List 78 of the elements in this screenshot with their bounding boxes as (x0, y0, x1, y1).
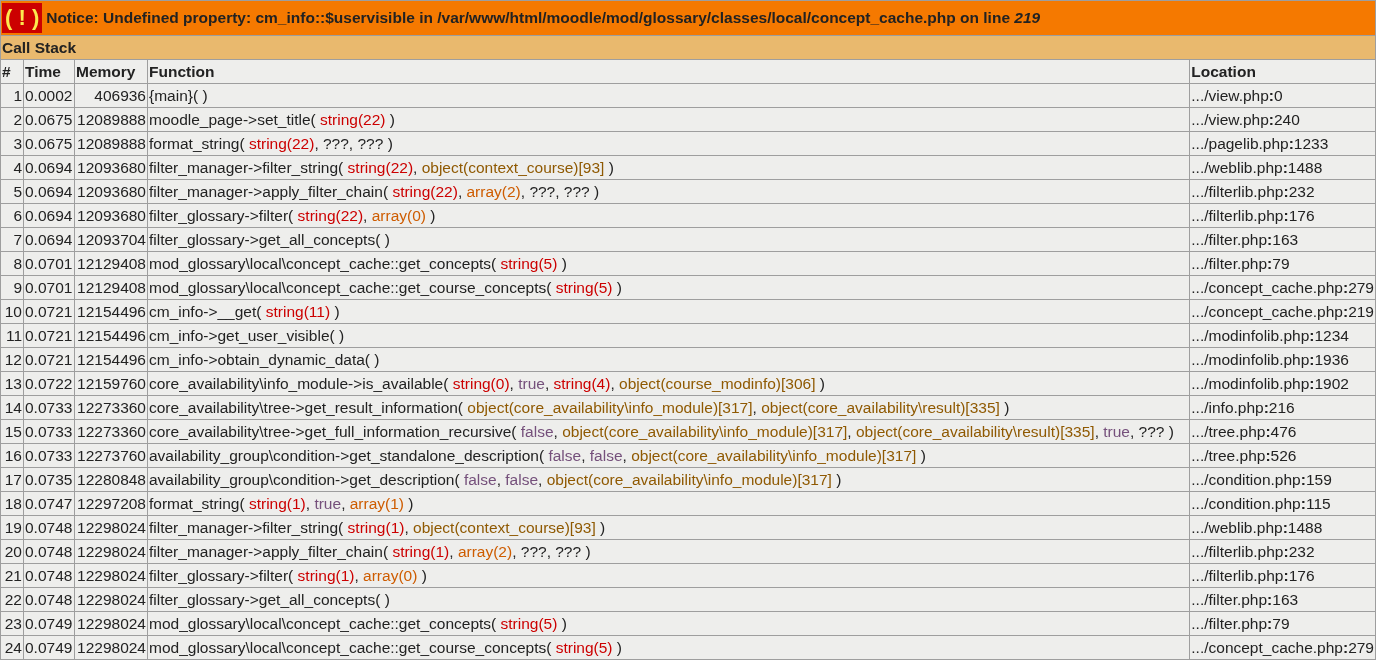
table-cell: 4 (0, 155, 24, 180)
table-cell: filter_glossary->filter( string(22), array(0) ) (147, 203, 1190, 228)
table-cell: 9 (0, 275, 24, 300)
table-cell: 18 (0, 491, 24, 516)
table-cell: .../filterlib.php:176 (1189, 563, 1376, 588)
table-cell: filter_manager->apply_filter_chain( string(22), array(2), ???, ??? ) (147, 179, 1190, 204)
table-cell: .../concept_cache.php:279 (1189, 635, 1376, 660)
table-cell: filter_glossary->get_all_concepts( ) (147, 587, 1190, 612)
table-cell: 15 (0, 419, 24, 444)
table-cell: core_availability\tree->get_result_information( object(core_availability\info_module)[317], object(core_availability\result)[335] ) (147, 395, 1190, 420)
table-cell: format_string( string(22), ???, ??? ) (147, 131, 1190, 156)
table-cell: core_availability\info_module->is_available( string(0), true, string(4), object(course_modinfo)[306] ) (147, 371, 1190, 396)
table-cell: 16 (0, 443, 24, 468)
table-cell: 10 (0, 299, 24, 324)
table-cell: 20 (0, 539, 24, 564)
table-cell: filter_glossary->get_all_concepts( ) (147, 227, 1190, 252)
table-cell: .../filterlib.php:232 (1189, 179, 1376, 204)
table-cell: .../filter.php:163 (1189, 587, 1376, 612)
table-cell: {main}( ) (147, 83, 1190, 108)
table-cell: 22 (0, 587, 24, 612)
table-cell: cm_info->get_user_visible( ) (147, 323, 1190, 348)
table-cell: .../condition.php:115 (1189, 491, 1376, 516)
table-cell: .../condition.php:159 (1189, 467, 1376, 492)
column-header: Function (147, 59, 1190, 84)
table-cell: .../filterlib.php:176 (1189, 203, 1376, 228)
table-cell: .../tree.php:526 (1189, 443, 1376, 468)
table-cell: mod_glossary\local\concept_cache::get_concepts( string(5) ) (147, 251, 1190, 276)
table-cell: core_availability\tree->get_full_information_recursive( false, object(core_availability\info_module)[317], object(core_availability\result)[335], true, ??? ) (147, 419, 1190, 444)
table-cell: cm_info->__get( string(11) ) (147, 299, 1190, 324)
table-cell: 2 (0, 107, 24, 132)
table-cell: 11 (0, 323, 24, 348)
table-cell: format_string( string(1), true, array(1) ) (147, 491, 1190, 516)
table-cell: availability_group\condition->get_standalone_description( false, false, object(core_availability\info_module)[317] ) (147, 443, 1190, 468)
table-cell: .../pagelib.php:1233 (1189, 131, 1376, 156)
notice-badge: ( ! ) (2, 3, 43, 33)
table-cell: .../tree.php:476 (1189, 419, 1376, 444)
table-cell: 1 (0, 83, 24, 108)
table-cell: 14 (0, 395, 24, 420)
column-header: Location (1189, 59, 1376, 84)
table-cell: 19 (0, 515, 24, 540)
table-cell: 24 (0, 635, 24, 660)
column-header: # (0, 59, 24, 84)
table-cell: 7 (0, 227, 24, 252)
table-cell: mod_glossary\local\concept_cache::get_concepts( string(5) ) (147, 611, 1190, 636)
table-cell: .../modinfolib.php:1234 (1189, 323, 1376, 348)
table-cell: .../filter.php:163 (1189, 227, 1376, 252)
table-cell: .../weblib.php:1488 (1189, 155, 1376, 180)
table-cell: mod_glossary\local\concept_cache::get_course_concepts( string(5) ) (147, 635, 1190, 660)
table-cell: 17 (0, 467, 24, 492)
table-cell: 5 (0, 179, 24, 204)
table-cell: 6 (0, 203, 24, 228)
call-stack-title: Call Stack (0, 35, 1376, 60)
table-cell: .../filter.php:79 (1189, 251, 1376, 276)
table-cell: moodle_page->set_title( string(22) ) (147, 107, 1190, 132)
table-cell: .../filter.php:79 (1189, 611, 1376, 636)
table-cell: mod_glossary\local\concept_cache::get_course_concepts( string(5) ) (147, 275, 1190, 300)
table-cell: .../concept_cache.php:279 (1189, 275, 1376, 300)
table-cell: .../info.php:216 (1189, 395, 1376, 420)
table-cell: 3 (0, 131, 24, 156)
table-cell: 23 (0, 611, 24, 636)
table-cell: .../view.php:0 (1189, 83, 1376, 108)
table-cell: filter_manager->apply_filter_chain( string(1), array(2), ???, ??? ) (147, 539, 1190, 564)
table-cell: 21 (0, 563, 24, 588)
table-cell: filter_glossary->filter( string(1), array(0) ) (147, 563, 1190, 588)
table-cell: filter_manager->filter_string( string(22), object(context_course)[93] ) (147, 155, 1190, 180)
table-cell: 13 (0, 371, 24, 396)
notice-message: Notice: Undefined property: cm_info::$uservisible in /var/www/html/moodle/mod/glossary/classes/local/concept_cache.php on line 219 (46, 9, 1041, 27)
table-cell: cm_info->obtain_dynamic_data( ) (147, 347, 1190, 372)
table-cell: .../concept_cache.php:219 (1189, 299, 1376, 324)
table-cell: .../filterlib.php:232 (1189, 539, 1376, 564)
table-cell: .../modinfolib.php:1902 (1189, 371, 1376, 396)
table-cell: .../view.php:240 (1189, 107, 1376, 132)
table-cell: .../modinfolib.php:1936 (1189, 347, 1376, 372)
table-cell: availability_group\condition->get_description( false, false, object(core_availability\info_module)[317] ) (147, 467, 1190, 492)
table-cell: filter_manager->filter_string( string(1), object(context_course)[93] ) (147, 515, 1190, 540)
table-cell: 12 (0, 347, 24, 372)
table-cell: 8 (0, 251, 24, 276)
table-cell: .../weblib.php:1488 (1189, 515, 1376, 540)
